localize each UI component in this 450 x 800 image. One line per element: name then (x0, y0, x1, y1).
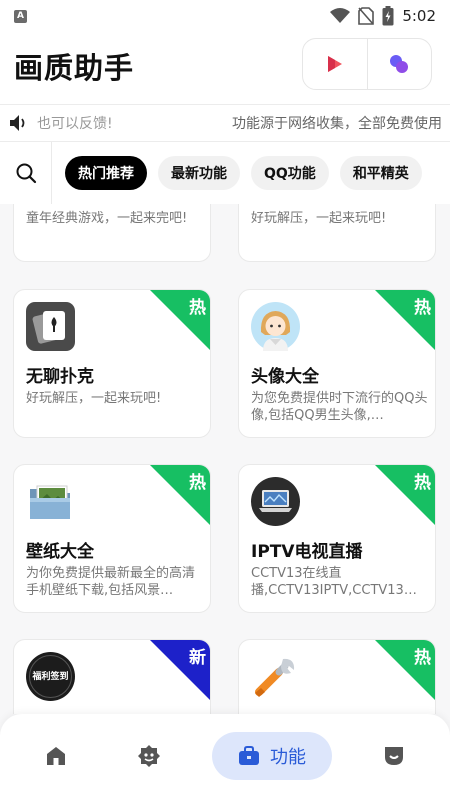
feature-card-poker[interactable]: 无聊扑克 好玩解压，一起来玩吧! 热 (13, 289, 211, 438)
tab-latest[interactable]: 最新功能 (158, 156, 240, 190)
card-description: 好玩解压，一起来玩吧! (26, 391, 162, 406)
feature-grid: 童年经典游戏，一起来完吧! 好玩解压，一起来玩吧! 无聊扑克 好玩解压，一起来玩… (0, 204, 450, 714)
wifi-icon (330, 8, 351, 23)
nav-home[interactable] (44, 732, 68, 780)
hot-badge: 热 (375, 290, 435, 350)
hot-badge: 热 (375, 640, 435, 700)
tab-qq[interactable]: QQ功能 (251, 156, 329, 190)
card-title: 壁纸大全 (26, 542, 94, 562)
header: 画质助手 (0, 32, 450, 104)
feature-card-avatars[interactable]: 头像大全 为您免费提供时下流行的QQ头像,包括QQ男生头像,… 热 (238, 289, 436, 438)
notice-feedback-text: 也可以反馈! (37, 116, 113, 132)
hot-badge: 热 (375, 465, 435, 525)
play-logo-icon (327, 56, 342, 72)
discover-icon (138, 745, 160, 767)
feature-card[interactable]: 好玩解压，一起来玩吧! (238, 204, 436, 262)
notice-bar: 也可以反馈! 功能源于网络收集，全部免费使用 (0, 104, 450, 142)
card-description: 好玩解压，一起来玩吧! (251, 211, 387, 226)
feature-card-wallpapers[interactable]: 壁纸大全 为你免费提供最新最全的高清手机壁纸下载,包括风景… 热 (13, 464, 211, 613)
no-sim-icon (358, 7, 375, 25)
welfare-checkin-icon: 福利签到 (26, 652, 75, 701)
nav-profile[interactable] (382, 732, 406, 780)
card-title: 头像大全 (251, 367, 319, 387)
hot-badge: 热 (150, 290, 210, 350)
wrench-icon (255, 658, 295, 697)
feature-card[interactable]: 童年经典游戏，一起来完吧! (13, 204, 211, 262)
feature-card-welfare[interactable]: 福利签到 新 (13, 639, 211, 714)
app-title: 画质助手 (14, 51, 135, 85)
nav-functions-label: 功能 (270, 747, 306, 768)
video-button[interactable] (303, 39, 367, 89)
search-button[interactable] (0, 142, 52, 204)
profile-icon (385, 747, 403, 765)
header-actions (302, 38, 432, 90)
battery-icon (382, 6, 394, 26)
nav-functions[interactable]: 功能 (212, 732, 332, 780)
poker-cards-icon (26, 302, 75, 351)
card-title: 无聊扑克 (26, 367, 94, 387)
search-icon (16, 163, 36, 184)
category-tabs: 热门推荐 最新功能 QQ功能 和平精英 (0, 142, 450, 204)
laptop-tv-icon (251, 477, 300, 526)
app-notification-icon: A (14, 9, 27, 23)
feature-card-iptv[interactable]: IPTV电视直播 CCTV13在线直播,CCTV13IPTV,CCTV13… 热 (238, 464, 436, 613)
nav-discover[interactable] (136, 732, 162, 780)
card-description: 为您免费提供时下流行的QQ头像,包括QQ男生头像,… (251, 391, 428, 423)
briefcase-icon (239, 746, 259, 765)
new-badge: 新 (150, 640, 210, 700)
tab-pubg[interactable]: 和平精英 (339, 156, 422, 190)
card-description: CCTV13在线直播,CCTV13IPTV,CCTV13… (251, 566, 417, 598)
tab-hot[interactable]: 热门推荐 (65, 156, 147, 190)
hot-badge: 热 (150, 465, 210, 525)
status-time: 5:02 (402, 7, 436, 25)
bottom-navigation: 功能 (0, 714, 450, 800)
svg-text:福利签到: 福利签到 (31, 670, 68, 682)
avatar-girl-icon (251, 302, 300, 351)
feature-card-tools[interactable]: 热 (238, 639, 436, 714)
home-icon (47, 747, 65, 765)
card-title: IPTV电视直播 (251, 542, 363, 562)
dots-logo-icon (390, 55, 409, 73)
notice-marquee-text: 功能源于网络收集，全部免费使用 (232, 116, 442, 132)
card-description: 为你免费提供最新最全的高清手机壁纸下载,包括风景… (26, 566, 196, 598)
speaker-icon (10, 115, 25, 131)
wallpaper-folder-icon (30, 485, 70, 519)
card-description: 童年经典游戏，一起来完吧! (26, 211, 188, 226)
status-bar: A 5:02 (0, 0, 450, 32)
share-button[interactable] (366, 39, 432, 89)
